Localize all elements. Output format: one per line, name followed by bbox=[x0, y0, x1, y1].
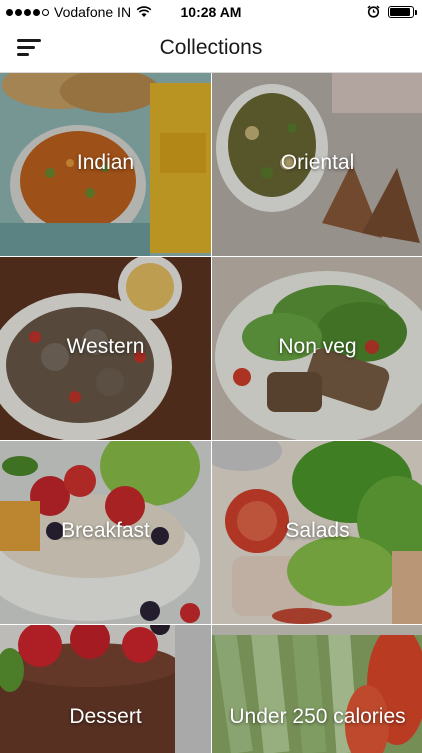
collection-label: Under 250 calories bbox=[229, 705, 406, 728]
collection-label: Western bbox=[66, 335, 145, 358]
collection-label: Non veg bbox=[278, 335, 357, 358]
navigation-bar: Collections bbox=[0, 24, 422, 73]
collection-label: Breakfast bbox=[61, 519, 150, 542]
collection-tile-oriental[interactable]: Oriental bbox=[212, 73, 422, 256]
alarm-clock-icon bbox=[367, 5, 380, 18]
collection-tile-salads[interactable]: Salads bbox=[212, 441, 422, 624]
collection-tile-western[interactable]: Western bbox=[0, 257, 211, 440]
collections-grid: Indian Oriental Western Non veg Breakfas… bbox=[0, 73, 422, 753]
collection-tile-non-veg[interactable]: Non veg bbox=[212, 257, 422, 440]
collection-label: Salads bbox=[285, 519, 350, 542]
page-title: Collections bbox=[159, 36, 263, 59]
collection-tile-breakfast[interactable]: Breakfast bbox=[0, 441, 211, 624]
status-bar: Vodafone IN 10:28 AM bbox=[0, 0, 422, 24]
collection-label: Indian bbox=[76, 151, 135, 174]
collection-tile-dessert[interactable]: Dessert bbox=[0, 625, 211, 753]
collection-tile-indian[interactable]: Indian bbox=[0, 73, 211, 256]
collection-tile-under-250-calories[interactable]: Under 250 calories bbox=[212, 625, 422, 753]
battery-icon bbox=[388, 5, 417, 18]
collection-label: Oriental bbox=[280, 151, 355, 174]
collection-label: Dessert bbox=[69, 705, 142, 728]
status-time: 10:28 AM bbox=[180, 4, 242, 20]
